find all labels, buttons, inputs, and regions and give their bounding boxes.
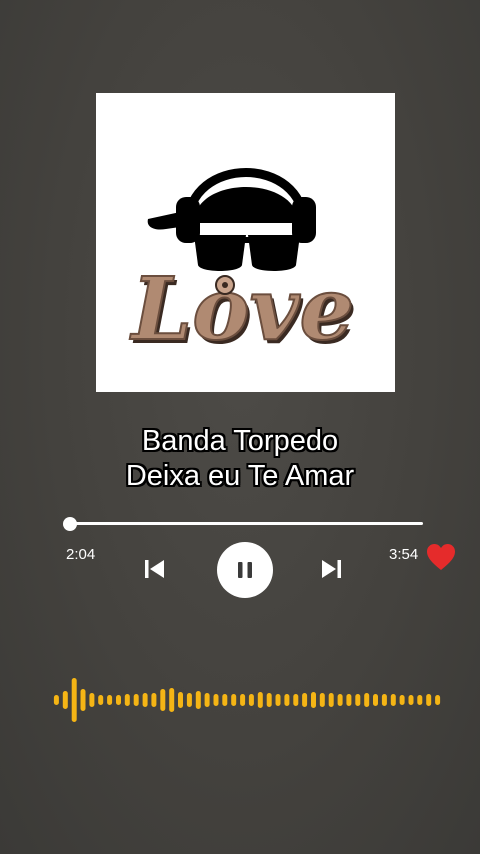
waveform-bar (124, 694, 130, 706)
waveform-bar (89, 693, 95, 707)
waveform-bar (355, 694, 361, 706)
waveform-bar (53, 695, 59, 705)
total-time: 3:54 (389, 546, 419, 563)
waveform-bar (204, 693, 210, 707)
progress-handle[interactable] (63, 517, 77, 531)
waveform-bar (302, 693, 308, 707)
waveform-bar (151, 693, 157, 707)
elapsed-time: 2:04 (66, 546, 96, 563)
waveform-bar (381, 694, 387, 706)
waveform-bar (311, 692, 316, 708)
waveform-bar (284, 694, 290, 706)
waveform-bar (231, 694, 237, 706)
waveform-bar (346, 694, 352, 706)
waveform-bar (426, 694, 432, 706)
waveform-bar (390, 694, 396, 706)
next-button[interactable] (316, 553, 348, 585)
waveform-bar (240, 694, 246, 706)
waveform-bar (107, 695, 113, 705)
pause-button[interactable] (217, 542, 273, 598)
waveform-bar (257, 692, 263, 708)
song-title: Deixa eu Te Amar (125, 460, 355, 492)
waveform-bar (116, 695, 121, 705)
waveform-bar (373, 694, 378, 706)
artist-name: Banda Torpedo (141, 425, 339, 457)
skip-next-icon (322, 560, 341, 578)
waveform-bar (275, 694, 281, 706)
track-info: Banda Torpedo Deixa eu Te Amar (0, 424, 480, 494)
waveform-bar (337, 694, 343, 706)
progress-bar[interactable] (70, 522, 423, 525)
audio-waveform (53, 678, 441, 722)
waveform-bar (195, 691, 201, 709)
waveform-bar (213, 694, 219, 706)
heart-icon[interactable] (426, 543, 456, 571)
waveform-bar (266, 693, 272, 707)
cover-art-love: Love (129, 259, 355, 360)
waveform-bar (133, 694, 139, 706)
waveform-bar (169, 688, 175, 712)
waveform-bar (408, 695, 414, 705)
waveform-bar (399, 695, 405, 705)
waveform-bar (364, 693, 370, 707)
waveform-bar (178, 692, 183, 708)
waveform-bar (62, 691, 68, 709)
waveform-bar (435, 695, 441, 705)
pause-icon (238, 562, 252, 578)
waveform-bar (142, 693, 148, 707)
waveform-bar (293, 694, 299, 706)
waveform-bar (328, 693, 334, 707)
waveform-bar (417, 695, 423, 705)
waveform-bar (248, 694, 254, 706)
waveform-bar (186, 693, 192, 707)
waveform-bar (160, 689, 166, 711)
waveform-bar (71, 678, 77, 722)
album-cover: Love Love (96, 93, 395, 392)
waveform-bar (222, 694, 228, 706)
skip-previous-icon (145, 560, 164, 578)
waveform-bar (98, 695, 104, 705)
album-art-image: Love Love (128, 168, 357, 364)
waveform-bar (80, 689, 86, 711)
waveform-bar (319, 693, 325, 707)
previous-button[interactable] (138, 553, 170, 585)
